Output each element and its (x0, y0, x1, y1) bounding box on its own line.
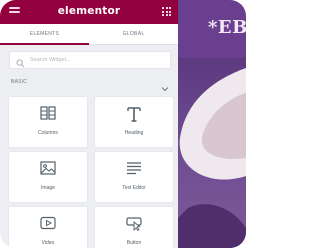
widget-label: Text Editor (122, 185, 146, 191)
widget-label: Image (41, 185, 55, 191)
button-icon (95, 215, 173, 233)
editor-window: elementor ELEMENTS GLOBAL BASIC (0, 0, 246, 248)
widget-button[interactable]: Button (95, 207, 173, 248)
panel-header: elementor (0, 0, 178, 24)
chevron-down-icon (161, 79, 169, 92)
text-editor-icon (95, 160, 173, 178)
preview-heading[interactable]: *EBC (208, 17, 246, 38)
widget-video[interactable]: Video (9, 207, 87, 248)
widget-label: Heading (124, 130, 144, 136)
brand-logo: elementor (57, 5, 121, 17)
page-preview[interactable]: *EBC (178, 0, 246, 248)
widget-text-editor[interactable]: Text Editor (95, 152, 173, 202)
image-icon (9, 160, 87, 178)
search-widget-field[interactable] (9, 51, 171, 69)
tab-elements[interactable]: ELEMENTS (0, 24, 89, 45)
elements-panel: elementor ELEMENTS GLOBAL BASIC (0, 0, 178, 248)
widget-columns[interactable]: Columns (9, 97, 87, 147)
widget-label: Columns (38, 130, 58, 136)
heading-icon (95, 105, 173, 123)
search-input[interactable] (30, 54, 160, 65)
widget-image[interactable]: Image (9, 152, 87, 202)
tab-global[interactable]: GLOBAL (89, 24, 178, 44)
section-label: BASIC (11, 79, 28, 85)
grid-icon[interactable] (162, 7, 171, 16)
search-icon (16, 55, 25, 68)
columns-icon (9, 105, 87, 123)
basic-section-header[interactable]: BASIC (11, 79, 169, 92)
preview-photo[interactable] (178, 58, 246, 248)
panel-tabs: ELEMENTS GLOBAL (0, 24, 178, 45)
video-icon (9, 215, 87, 233)
widget-label: Button (126, 240, 142, 246)
widget-label: Video (41, 240, 55, 246)
widget-heading[interactable]: Heading (95, 97, 173, 147)
